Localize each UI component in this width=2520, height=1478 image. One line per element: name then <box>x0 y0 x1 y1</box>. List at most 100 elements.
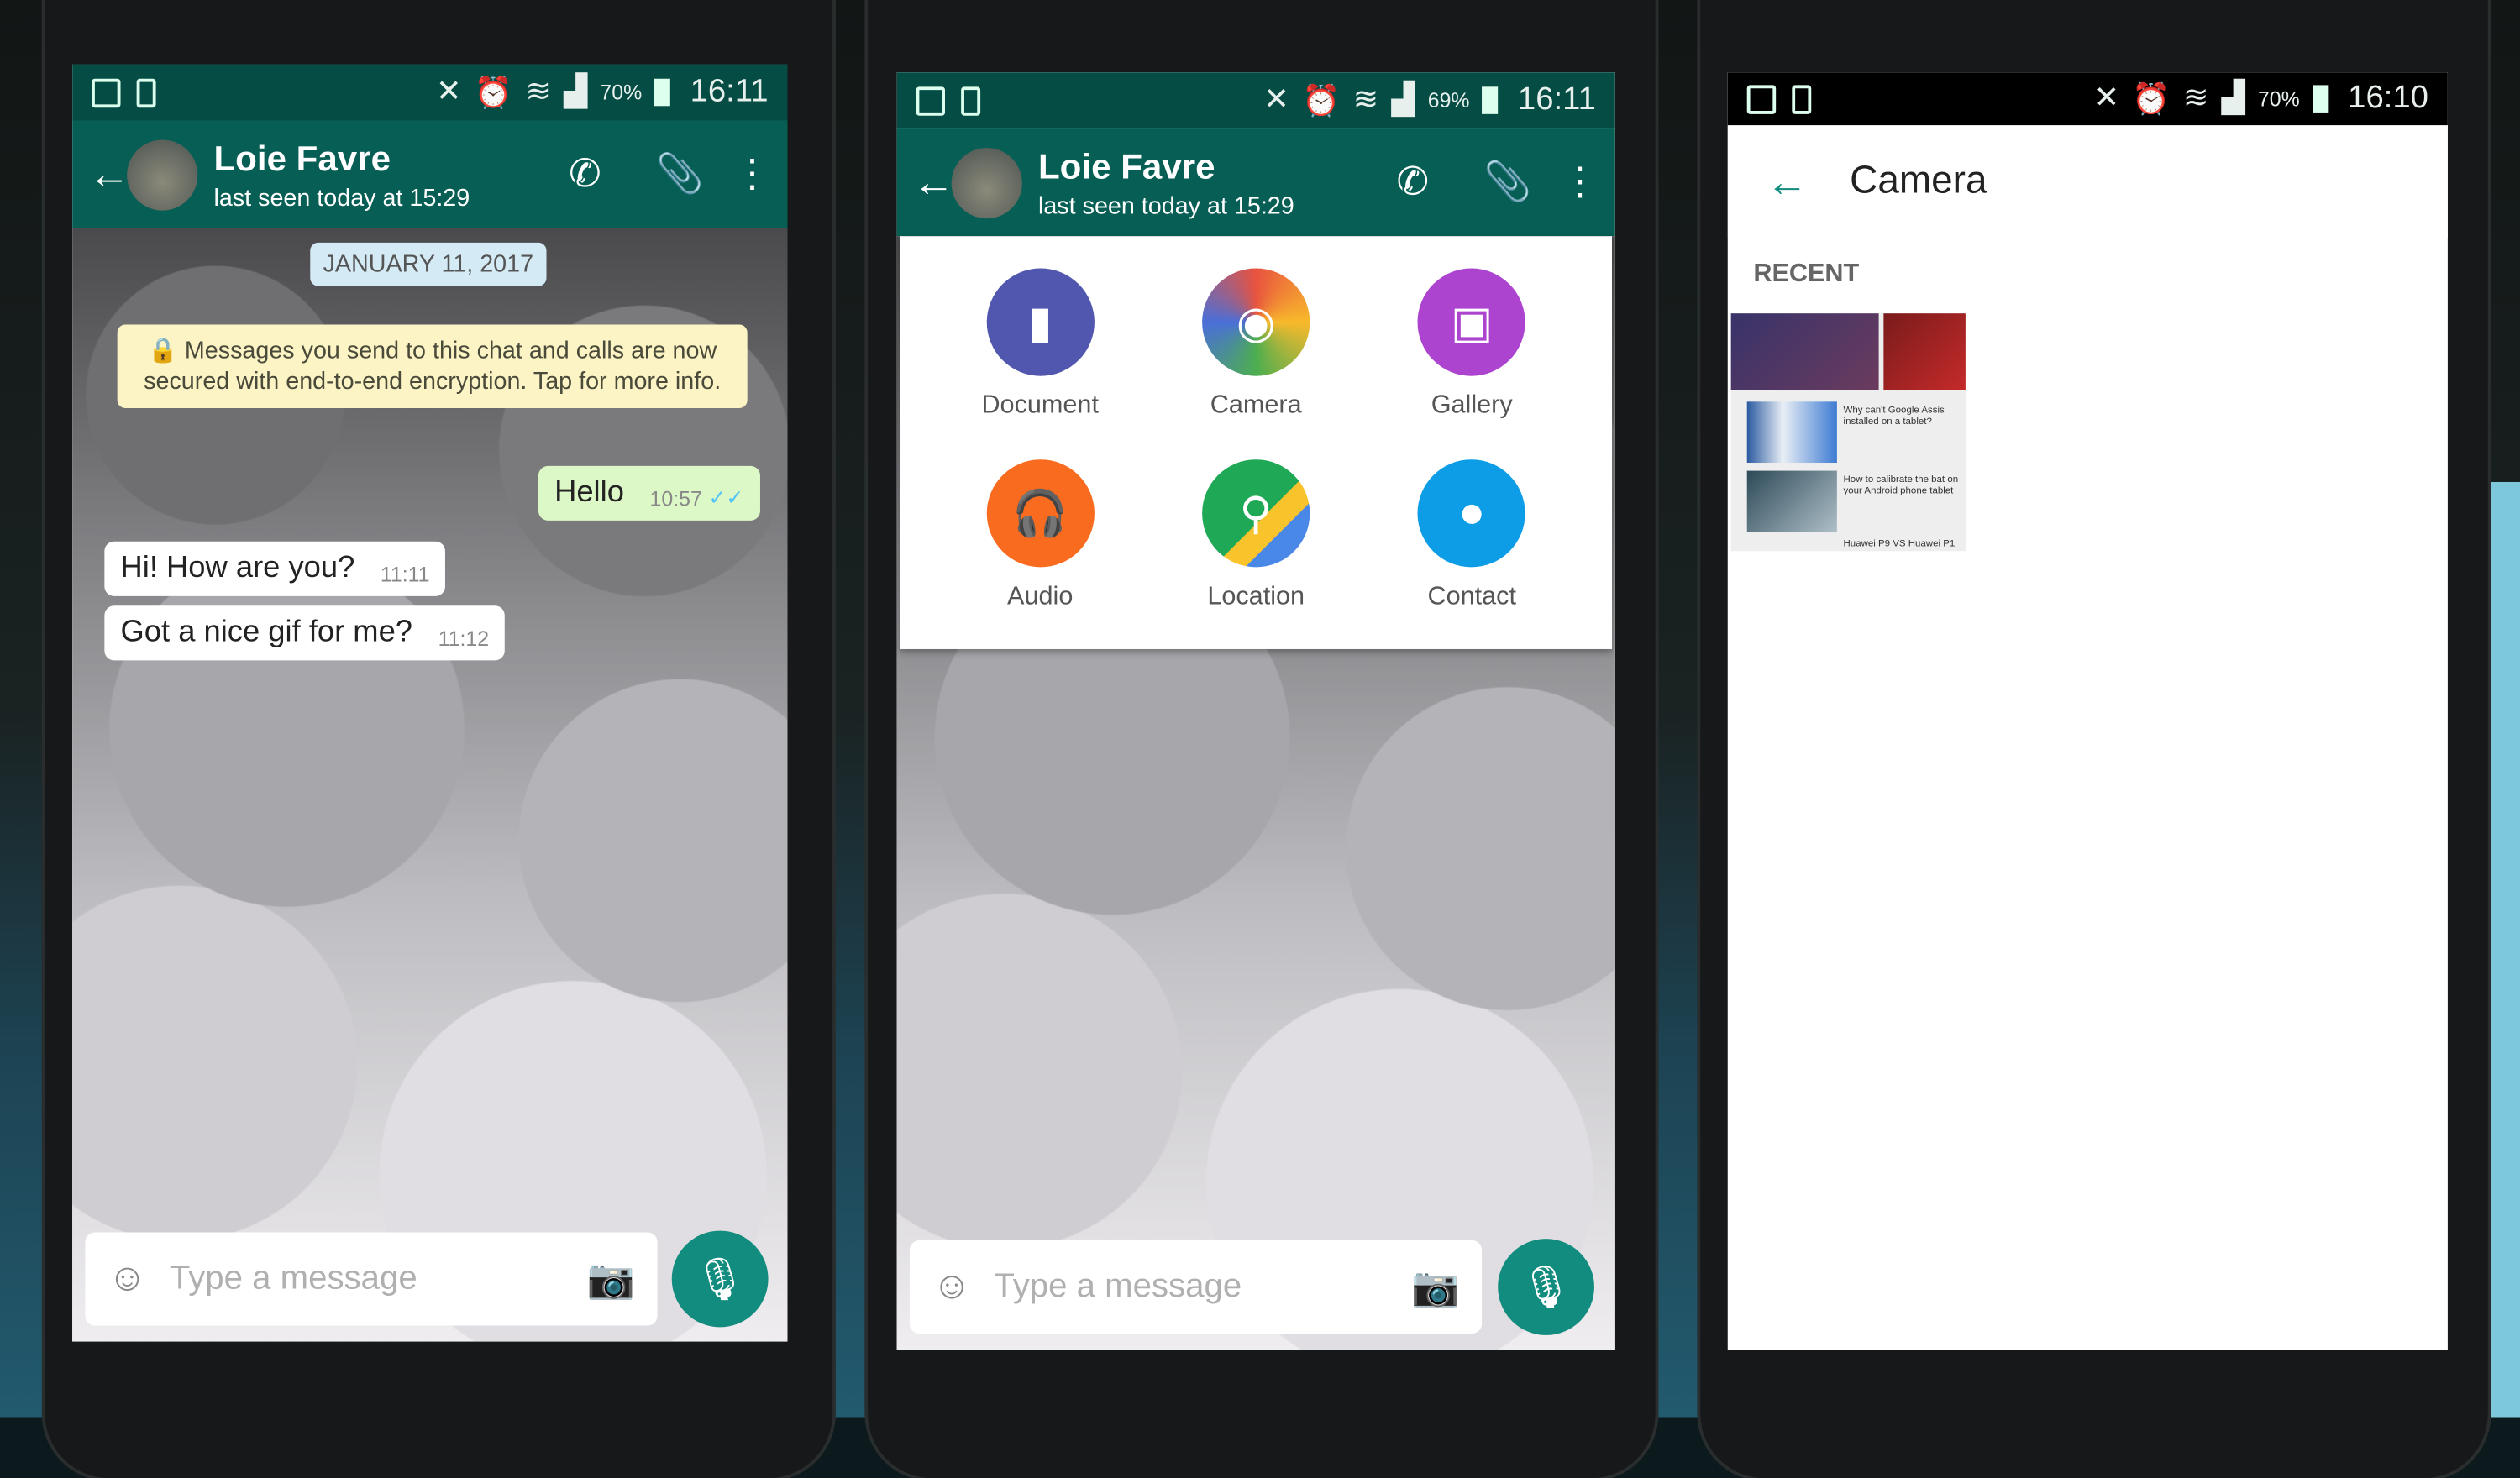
message-text: Hi! How are you? <box>120 551 355 585</box>
wifi-icon: ≋ <box>1352 83 1379 118</box>
gallery-notification-icon <box>916 86 946 115</box>
gallery-icon: ▣ <box>1418 268 1526 376</box>
camera-icon: ◉ <box>1202 268 1310 376</box>
avatar[interactable] <box>127 139 198 210</box>
phone-3-screen: ✕ ⏰ ≋ ▟ 70% 16:10 ← Camera RECENT Why can't… <box>1727 72 2448 1350</box>
message-text: Hello <box>554 475 624 510</box>
device-notification-icon <box>1792 84 1812 113</box>
signal-icon: ▟ <box>1391 83 1415 118</box>
emoji-icon[interactable]: ☺ <box>932 1265 972 1310</box>
contact-icon: ● <box>1418 459 1526 567</box>
mute-icon: ✕ <box>1263 83 1289 118</box>
attach-label: Camera <box>1210 391 1302 420</box>
location-icon: ⚲ <box>1202 459 1310 567</box>
phone-2-screen: ✕ ⏰ ≋ ▟ 69% 16:11 ← Loie Favre last seen tod… <box>896 72 1615 1350</box>
thumbnail-image <box>1730 313 1879 390</box>
thumbnail-text: Huawei P9 VS Huawei P1 <box>1843 539 1956 550</box>
input-placeholder: Type a message <box>994 1267 1242 1305</box>
back-arrow-icon[interactable]: ← <box>913 158 955 207</box>
page-title: Camera <box>1850 159 1987 203</box>
attach-contact[interactable]: ● Contact <box>1364 459 1580 645</box>
document-icon: ▮ <box>986 268 1095 376</box>
mute-icon: ✕ <box>2093 81 2120 116</box>
read-ticks-icon: ✓✓ <box>708 485 744 510</box>
emoji-icon[interactable]: ☺ <box>108 1256 147 1302</box>
message-input[interactable]: ☺ Type a message 📷 <box>85 1232 658 1326</box>
last-seen: last seen today at 15:29 <box>213 184 470 212</box>
alarm-icon: ⏰ <box>2132 82 2171 117</box>
signal-icon: ▟ <box>2221 81 2245 116</box>
attach-document[interactable]: ▮ Document <box>932 268 1148 455</box>
paperclip-icon[interactable]: 📎 <box>1483 159 1531 205</box>
thumbnail-image <box>1883 313 1966 390</box>
status-bar: ✕ ⏰ ≋ ▟ 70% 16:10 <box>1727 72 2448 126</box>
attach-label: Gallery <box>1431 391 1513 420</box>
more-options-icon[interactable]: ⋮ <box>1561 159 1599 205</box>
battery-icon <box>1482 86 1499 114</box>
paperclip-icon[interactable]: 📎 <box>656 151 704 197</box>
message-time: 11:12 <box>438 626 490 651</box>
thumbnail-image <box>1746 470 1837 532</box>
back-arrow-icon[interactable]: ← <box>88 149 130 199</box>
alarm-icon: ⏰ <box>474 76 513 111</box>
attach-label: Location <box>1207 582 1305 611</box>
message-outgoing[interactable]: Hello 10:57 ✓✓ <box>538 465 760 521</box>
clock: 16:10 <box>2348 80 2428 116</box>
message-incoming[interactable]: Got a nice gif for me? 11:12 <box>104 605 506 661</box>
phone-1: ✕ ⏰ ≋ ▟ 70% 16:11 ← Loie Favre last seen tod… <box>45 0 833 1478</box>
battery-percent: 69% <box>1427 88 1470 113</box>
phone-call-icon[interactable]: ✆ <box>1394 159 1432 205</box>
gallery-notification-icon <box>1746 84 1777 113</box>
wifi-icon: ≋ <box>2182 81 2209 116</box>
mic-button[interactable]: 🎙 <box>1498 1239 1594 1335</box>
mic-icon: 🎙 <box>1519 1261 1573 1311</box>
mic-button[interactable]: 🎙 <box>671 1230 769 1328</box>
clock: 16:11 <box>690 74 769 110</box>
avatar[interactable] <box>951 147 1022 218</box>
encryption-text: Messages you send to this chat and calls… <box>144 337 722 396</box>
attach-label: Contact <box>1427 582 1516 611</box>
device-notification-icon <box>136 77 156 107</box>
device-notification-icon <box>961 86 981 115</box>
section-header: RECENT <box>1753 259 1860 288</box>
stage: ✕ ⏰ ≋ ▟ 70% 16:11 ← Loie Favre last seen tod… <box>0 0 2520 1478</box>
message-incoming[interactable]: Hi! How are you? 11:11 <box>104 541 446 596</box>
mute-icon: ✕ <box>435 75 462 110</box>
battery-icon <box>654 78 671 107</box>
phone-3: ✕ ⏰ ≋ ▟ 70% 16:10 ← Camera RECENT Why can't… <box>1700 0 2488 1478</box>
camera-icon[interactable]: 📷 <box>1411 1264 1459 1310</box>
attach-gallery[interactable]: ▣ Gallery <box>1364 268 1580 455</box>
message-time: 11:11 <box>380 562 430 587</box>
date-chip: JANUARY 11, 2017 <box>310 242 547 286</box>
back-arrow-icon[interactable]: ← <box>1767 157 1850 207</box>
wifi-icon: ≋ <box>525 75 551 110</box>
last-seen: last seen today at 15:29 <box>1037 191 1294 220</box>
attach-audio[interactable]: 🎧 Audio <box>932 459 1148 645</box>
recent-photo-thumbnail[interactable]: Why can't Google Assis installed on a ta… <box>1730 313 1966 552</box>
chat-area: JANUARY 11, 2017 🔒 Messages you send to … <box>72 228 788 1342</box>
input-placeholder: Type a message <box>169 1260 417 1297</box>
clock: 16:11 <box>1517 81 1596 118</box>
more-options-icon[interactable]: ⋮ <box>732 151 771 197</box>
mic-icon: 🎙 <box>693 1254 747 1302</box>
attach-location[interactable]: ⚲ Location <box>1148 459 1364 645</box>
attach-camera[interactable]: ◉ Camera <box>1148 268 1364 455</box>
camera-icon[interactable]: 📷 <box>587 1255 635 1302</box>
battery-percent: 70% <box>2257 86 2300 112</box>
signal-icon: ▟ <box>564 75 588 110</box>
phone-2: ✕ ⏰ ≋ ▟ 69% 16:11 ← Loie Favre last seen tod… <box>868 0 1656 1478</box>
headphones-icon: 🎧 <box>986 459 1095 567</box>
message-input[interactable]: ☺ Type a message 📷 <box>909 1240 1483 1334</box>
lock-icon: 🔒 <box>148 337 185 365</box>
contact-name[interactable]: Loie Favre <box>1038 145 1342 187</box>
phone-call-icon[interactable]: ✆ <box>565 151 604 197</box>
gallery-notification-icon <box>92 77 121 107</box>
attach-menu: ▮ Document ◉ Camera ▣ Gallery 🎧 Audio ⚲ Locat… <box>900 236 1613 649</box>
battery-icon <box>2313 85 2329 113</box>
message-text: Got a nice gif for me? <box>120 615 413 649</box>
chat-header: ← Loie Favre last seen today at 15:29 ✆ 📎… <box>72 120 788 228</box>
contact-name[interactable]: Loie Favre <box>213 138 514 180</box>
phone-1-screen: ✕ ⏰ ≋ ▟ 70% 16:11 ← Loie Favre last seen tod… <box>72 64 788 1342</box>
chat-header: ← Loie Favre last seen today at 15:29 ✆ 📎… <box>896 128 1615 237</box>
encryption-notice[interactable]: 🔒 Messages you send to this chat and cal… <box>117 324 748 408</box>
